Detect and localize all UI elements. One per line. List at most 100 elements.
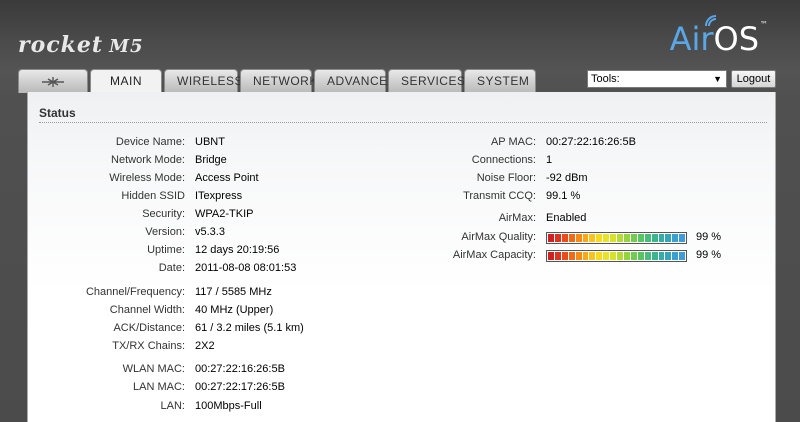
meter-segment [651, 252, 658, 260]
airmax-quality-meter [546, 232, 687, 244]
tab-advanced[interactable]: ADVANCED [314, 69, 396, 93]
status-row-device-name: Device Name: UBNT [45, 136, 345, 152]
meter-segment [630, 252, 637, 260]
status-value: 00:27:22:16:26:5B [195, 363, 285, 375]
status-row-hidden-ssid: Hidden SSID ITexpress [45, 190, 345, 206]
tab-ubnt-logo[interactable] [18, 69, 88, 93]
meter-segment [603, 252, 610, 260]
status-label: ACK/Distance: [113, 322, 185, 334]
status-label: Hidden SSID [121, 190, 185, 202]
meter-segment [603, 234, 610, 242]
status-value: 40 MHz (Upper) [195, 304, 274, 316]
status-label: Date: [158, 262, 185, 274]
airos-logo: AirOS™ [670, 20, 768, 58]
status-row-wlan-mac: WLAN MAC: 00:27:22:16:26:5B [45, 363, 345, 379]
status-row-txrx-chains: TX/RX Chains: 2X2 [45, 340, 345, 356]
airos-logo-tm: ™ [760, 20, 768, 29]
status-value: v5.3.3 [195, 226, 225, 238]
meter-segment [637, 234, 644, 242]
status-row-airmax-quality: AirMax Quality: 99 % [408, 231, 768, 247]
meter-segment [665, 234, 672, 242]
meter-segment [575, 252, 582, 260]
brand-model: M5 [109, 36, 144, 57]
meter-segment [623, 234, 630, 242]
status-label: Version: [145, 226, 185, 238]
status-row-version: Version: v5.3.3 [45, 226, 345, 242]
meter-segment [679, 252, 686, 260]
meter-segment [610, 252, 617, 260]
tab-network[interactable]: NETWORK [240, 69, 317, 93]
meter-segment [561, 252, 568, 260]
tab-wireless[interactable]: WIRELESS [164, 69, 243, 93]
meter-segment [610, 234, 617, 242]
meter-segment [548, 252, 554, 260]
meter-segment [554, 234, 561, 242]
tools-dropdown-value: Tools: [591, 73, 620, 85]
tab-services[interactable]: SERVICES [388, 69, 465, 93]
meter-segment [644, 252, 651, 260]
meter-segment [617, 252, 623, 260]
status-label: AirMax Quality: [461, 231, 536, 243]
status-row-noise-floor: Noise Floor: -92 dBm [408, 172, 768, 188]
airmax-capacity-meter [546, 250, 687, 262]
main-tab-bar: MAIN WIRELESS NETWORK ADVANCED SERVICES … [18, 69, 538, 94]
meter-segment [644, 234, 651, 242]
meter-segment [665, 252, 672, 260]
status-label: LAN MAC: [133, 381, 185, 393]
status-label: LAN: [160, 400, 185, 412]
status-label: Transmit CCQ: [463, 190, 536, 202]
tab-system[interactable]: SYSTEM [464, 69, 536, 93]
status-label: Noise Floor: [476, 172, 536, 184]
meter-segment [568, 234, 575, 242]
status-label: AirMax Capacity: [452, 249, 536, 261]
meter-segment [617, 234, 623, 242]
status-value: 61 / 3.2 miles (5.1 km) [195, 322, 304, 334]
brand-logo-rocket: rocket M5 [18, 32, 144, 58]
status-row-transmit-ccq: Transmit CCQ: 99.1 % [408, 190, 768, 206]
status-value: 100Mbps-Full [195, 400, 262, 412]
status-value: Enabled [546, 212, 587, 224]
status-value: 2X2 [195, 340, 215, 352]
airos-logo-os: OS [713, 20, 760, 58]
status-label: TX/RX Chains: [112, 340, 185, 352]
status-label: Wireless Mode: [109, 172, 185, 184]
status-value: -92 dBm [546, 172, 588, 184]
airmax-capacity-percent: 99 % [696, 249, 722, 261]
status-label: Network Mode: [111, 154, 185, 166]
meter-segment [568, 252, 575, 260]
tab-main[interactable]: MAIN [90, 69, 162, 94]
meter-segment [672, 252, 679, 260]
airos-logo-air: Air [669, 20, 714, 58]
meter-segment [679, 234, 686, 242]
status-row-security: Security: WPA2-TKIP [45, 208, 345, 224]
status-row-airmax-capacity: AirMax Capacity: 99 % [408, 249, 768, 265]
meter-segment [658, 252, 665, 260]
tools-dropdown[interactable]: Tools: ▼ [587, 70, 727, 88]
logout-button[interactable]: Logout [731, 70, 776, 88]
status-label: AirMax: [498, 212, 536, 224]
meter-segment [589, 252, 596, 260]
section-title-status: Status [39, 106, 76, 120]
status-row-ap-mac: AP MAC: 00:27:22:16:26:5B [408, 136, 768, 152]
meter-segment [582, 234, 589, 242]
status-row-lan-mac: LAN MAC: 00:27:22:17:26:5B [45, 381, 345, 397]
section-divider [39, 122, 767, 123]
status-value: 00:27:22:16:26:5B [546, 136, 636, 148]
meter-segment [596, 252, 603, 260]
status-label: Device Name: [115, 136, 185, 148]
airmax-quality-percent: 99 % [696, 231, 722, 243]
meter-segment [561, 234, 568, 242]
meter-segment [575, 234, 582, 242]
meter-segment [637, 252, 644, 260]
status-value: ITexpress [195, 190, 243, 202]
status-row-channel-width: Channel Width: 40 MHz (Upper) [45, 304, 345, 320]
status-label: Security: [142, 208, 185, 220]
status-row-airmax: AirMax: Enabled [408, 212, 768, 228]
meter-segment [582, 252, 589, 260]
meter-segment [596, 234, 603, 242]
status-row-date: Date: 2011-08-08 08:01:53 [45, 262, 345, 278]
ubnt-logo-icon [42, 77, 64, 87]
status-label: AP MAC: [490, 136, 536, 148]
brand-product: rocket [18, 32, 104, 58]
status-label: Uptime: [147, 244, 185, 256]
